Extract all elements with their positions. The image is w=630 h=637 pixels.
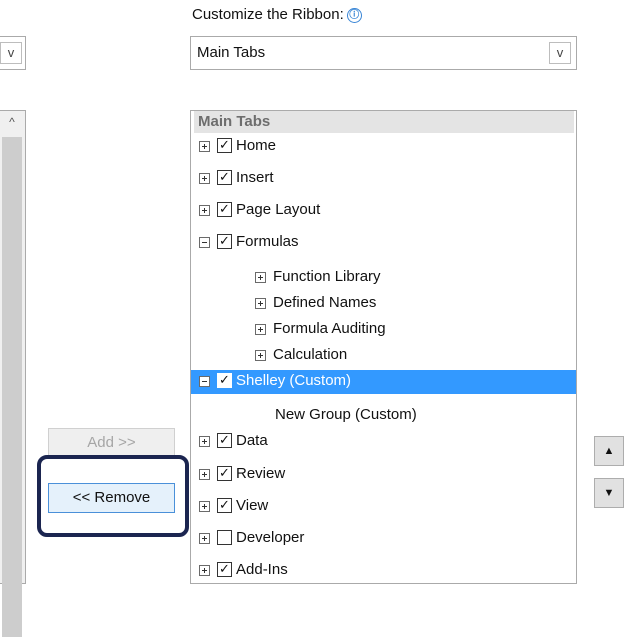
checkbox-review[interactable]: ✓ [217,466,232,481]
checkbox-insert[interactable]: ✓ [217,170,232,185]
tree-item-formula-auditing[interactable]: Formula Auditing [191,318,576,342]
tree-item-label: Page Layout [236,201,321,218]
tree-item-label: Developer [236,529,305,546]
tree-item-label: Data [236,432,268,449]
tree-item-label: Formula Auditing [273,320,386,337]
ribbon-tabs-tree[interactable]: Main Tabs ✓ Home ✓ Insert ✓ Page Layout … [190,110,577,584]
tree-item-add-ins[interactable]: ✓ Add-Ins [191,559,576,583]
checkbox-formulas[interactable]: ✓ [217,234,232,249]
tree-item-shelley-custom[interactable]: ✓ Shelley (Custom) [191,370,576,394]
checkbox-data[interactable]: ✓ [217,433,232,448]
tree-item-label: New Group (Custom) [275,406,417,423]
tree-item-label: Insert [236,169,274,186]
tree-item-calculation[interactable]: Calculation [191,344,576,368]
remove-button[interactable]: << Remove [48,483,175,513]
tree-item-page-layout[interactable]: ✓ Page Layout [191,199,576,223]
tree-item-label: Calculation [273,346,348,363]
checkbox-view[interactable]: ✓ [217,498,232,513]
checkbox-add-ins[interactable]: ✓ [217,562,232,577]
tree-item-home[interactable]: ✓ Home [191,135,576,159]
tree-item-review[interactable]: ✓ Review [191,463,576,487]
expand-icon[interactable] [255,324,266,335]
tree-item-function-library[interactable]: Function Library [191,266,576,290]
expand-icon[interactable] [199,533,210,544]
tree-item-new-group-custom[interactable]: New Group (Custom) [191,404,576,428]
expand-icon[interactable] [255,350,266,361]
checkbox-page-layout[interactable]: ✓ [217,202,232,217]
checkbox-developer[interactable] [217,530,232,545]
tree-item-label: Shelley (Custom) [236,372,352,389]
tree-group-header: Main Tabs [194,111,574,133]
scroll-thumb[interactable] [2,137,22,637]
add-button[interactable]: Add >> [48,428,175,458]
chevron-down-icon[interactable]: v [0,42,22,64]
checkbox-home[interactable]: ✓ [217,138,232,153]
expand-icon[interactable] [255,272,266,283]
checkbox-shelley-custom[interactable]: ✓ [217,373,232,388]
tree-item-label: Review [236,465,286,482]
customize-ribbon-text: Customize the Ribbon: [192,6,344,23]
dropdown-selected-value: Main Tabs [197,44,266,61]
expand-icon[interactable] [199,205,210,216]
expand-icon[interactable] [199,436,210,447]
collapse-icon[interactable] [199,237,210,248]
tree-item-label: Formulas [236,233,299,250]
scrollbar[interactable]: ^ [0,111,25,637]
tree-item-view[interactable]: ✓ View [191,495,576,519]
expand-icon[interactable] [199,469,210,480]
tree-item-label: View [236,497,269,514]
move-up-button[interactable]: ▲ [594,436,624,466]
expand-icon[interactable] [199,501,210,512]
scroll-up-icon[interactable]: ^ [0,111,25,131]
tree-item-data[interactable]: ✓ Data [191,430,576,454]
tree-item-label: Function Library [273,268,381,285]
customize-ribbon-label: Customize the Ribbon: ⓘ [192,6,362,23]
tree-item-defined-names[interactable]: Defined Names [191,292,576,316]
tree-item-formulas[interactable]: ✓ Formulas [191,231,576,255]
expand-icon[interactable] [199,565,210,576]
choose-commands-dropdown[interactable]: v [0,36,26,70]
customize-ribbon-dropdown[interactable]: Main Tabs v [190,36,577,70]
move-down-button[interactable]: ▼ [594,478,624,508]
expand-icon[interactable] [255,298,266,309]
commands-list[interactable]: ^ [0,110,26,637]
tree-item-insert[interactable]: ✓ Insert [191,167,576,191]
tree-item-label: Add-Ins [236,561,288,578]
chevron-down-icon[interactable]: v [549,42,571,64]
tree-item-label: Home [236,137,277,154]
expand-icon[interactable] [199,141,210,152]
collapse-icon[interactable] [199,376,210,387]
tree-item-developer[interactable]: Developer [191,527,576,551]
tree-item-label: Defined Names [273,294,377,311]
expand-icon[interactable] [199,173,210,184]
info-icon[interactable]: ⓘ [346,8,362,23]
